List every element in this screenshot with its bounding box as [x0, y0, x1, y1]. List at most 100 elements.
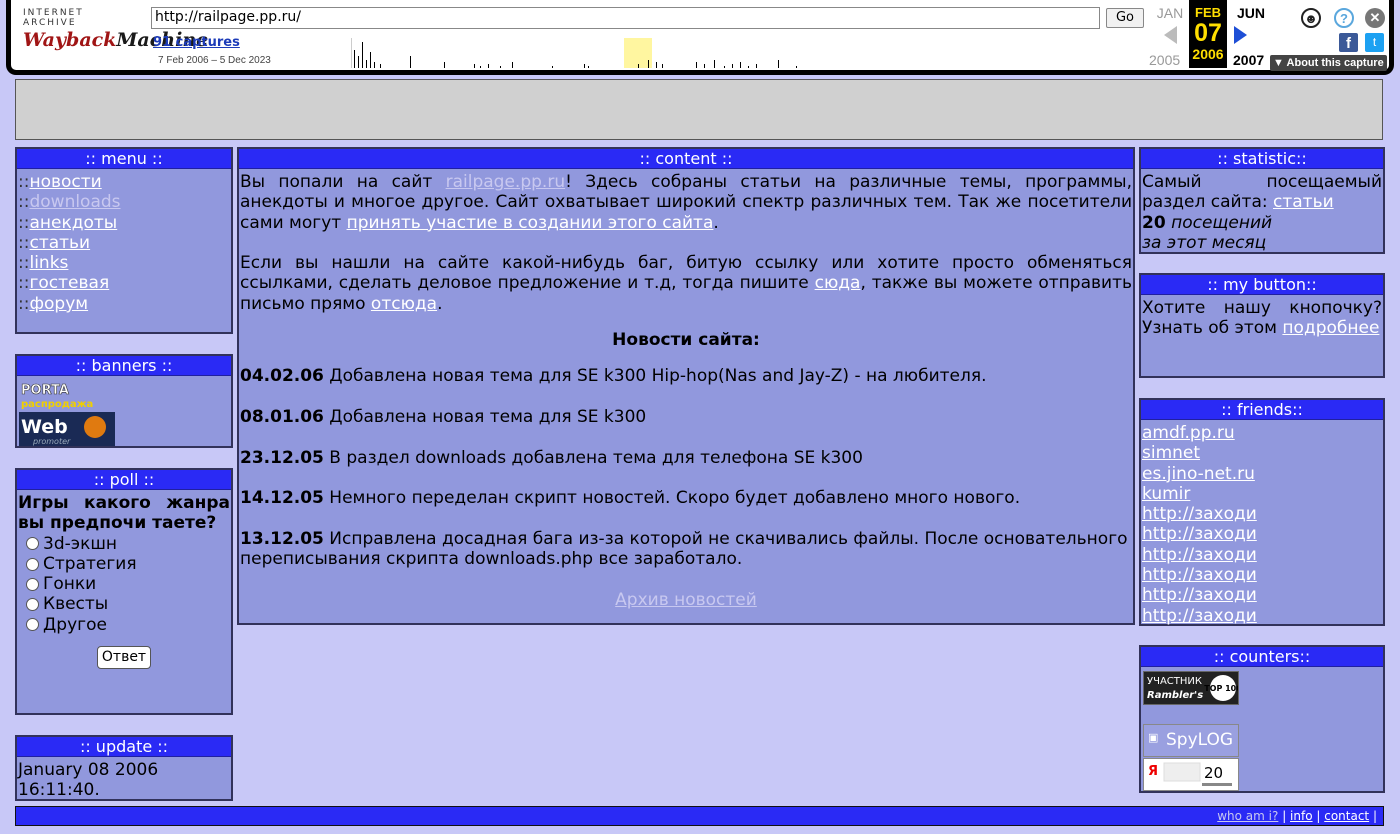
capture-bar[interactable] [370, 52, 371, 68]
wayback-logo[interactable]: INTERNET ARCHIVE WaybackMachine [23, 8, 208, 51]
capture-bar[interactable] [474, 64, 475, 68]
contact-link[interactable]: contact [1324, 809, 1369, 823]
captures-link[interactable]: 91 captures [153, 35, 240, 50]
friend-link[interactable]: es.jino-net.ru [1142, 464, 1255, 484]
friend-link[interactable]: http://заходи [1142, 504, 1257, 524]
svg-text:20: 20 [1204, 764, 1223, 782]
poll-option[interactable]: 3d-экшн [18, 534, 230, 554]
prev-month-label[interactable]: JAN [1154, 5, 1186, 21]
news-archive-link[interactable]: Архив новостей [615, 590, 757, 610]
capture-bar[interactable] [410, 56, 411, 68]
poll-option[interactable]: Другое [18, 615, 230, 635]
next-year-label[interactable]: 2007 [1233, 52, 1264, 68]
capture-bar[interactable] [480, 66, 481, 68]
friend-link[interactable]: http://заходи [1142, 565, 1257, 585]
radio-button[interactable] [26, 618, 39, 632]
menu-link[interactable]: анекдоты [29, 213, 117, 233]
twitter-icon[interactable]: t [1365, 33, 1384, 52]
menu-item-6[interactable]: ::форум [18, 294, 230, 314]
capture-bar[interactable] [656, 62, 657, 68]
radio-button[interactable] [26, 557, 39, 571]
help-icon[interactable]: ? [1334, 8, 1354, 28]
radio-button[interactable] [26, 598, 39, 612]
capture-bar[interactable] [748, 66, 749, 68]
capture-bar[interactable] [584, 64, 585, 68]
capture-bar[interactable] [444, 62, 445, 68]
friend-link[interactable]: simnet [1142, 443, 1200, 463]
capture-bar[interactable] [662, 64, 663, 68]
capture-bar[interactable] [732, 64, 733, 68]
user-icon[interactable]: ☻ [1301, 8, 1321, 28]
menu-item-1[interactable]: ::downloads [18, 192, 230, 212]
friend-link[interactable]: amdf.pp.ru [1142, 423, 1235, 443]
url-input[interactable]: http://railpage.pp.ru/ [151, 7, 1100, 29]
menu-item-4[interactable]: ::links [18, 253, 230, 273]
spylog-counter[interactable]: ▣ SpyLOG [1143, 724, 1239, 757]
rambler-top100-counter[interactable]: УЧАСТНИК Rambler's TOP 100 [1143, 671, 1242, 705]
poll-submit-button[interactable]: Ответ [97, 646, 151, 670]
capture-bar[interactable] [724, 66, 725, 68]
capture-bar[interactable] [380, 64, 381, 68]
capture-bar[interactable] [696, 62, 697, 68]
capture-bar[interactable] [740, 62, 741, 68]
close-icon[interactable]: ✕ [1365, 8, 1385, 28]
capture-bar[interactable] [374, 62, 375, 68]
write-here-link[interactable]: сюда [815, 273, 861, 293]
capture-bar[interactable] [354, 50, 355, 68]
menu-item-5[interactable]: ::гостевая [18, 273, 230, 293]
capture-bar[interactable] [362, 42, 363, 68]
friend-link[interactable]: http://заходи [1142, 585, 1257, 605]
capture-bar[interactable] [796, 66, 797, 68]
poll-option[interactable]: Стратегия [18, 554, 230, 574]
friend-link[interactable]: http://заходи [1142, 545, 1257, 565]
yandex-counter[interactable]: Я 20 [1143, 758, 1239, 791]
capture-bar[interactable] [588, 66, 589, 68]
capture-bar[interactable] [778, 60, 779, 68]
site-link[interactable]: railpage.pp.ru [446, 172, 565, 192]
porta-banner[interactable]: PORTA распродажа [19, 380, 115, 410]
prev-year-label[interactable]: 2005 [1149, 52, 1180, 68]
poll-option[interactable]: Гонки [18, 574, 230, 594]
friend-link[interactable]: kumir [1142, 484, 1190, 504]
menu-item-3[interactable]: ::статьи [18, 233, 230, 253]
popular-section-link[interactable]: статьи [1273, 192, 1334, 212]
capture-bar[interactable] [488, 64, 489, 68]
capture-sparkline[interactable] [351, 38, 1136, 68]
menu-link[interactable]: links [29, 253, 68, 273]
about-capture-button[interactable]: ▼ About this capture [1270, 55, 1387, 71]
more-info-link[interactable]: подробнее [1282, 318, 1379, 338]
go-button[interactable]: Go [1106, 8, 1144, 28]
capture-bar[interactable] [552, 66, 553, 68]
capture-bar[interactable] [648, 60, 649, 68]
menu-item-0[interactable]: ::новости [18, 172, 230, 192]
capture-bar[interactable] [704, 64, 705, 68]
menu-item-2[interactable]: ::анекдоты [18, 213, 230, 233]
menu-link[interactable]: downloads [29, 192, 120, 212]
menu-link[interactable]: гостевая [29, 273, 109, 293]
capture-bar[interactable] [756, 64, 757, 68]
friend-link[interactable]: http://заходи [1142, 524, 1257, 544]
radio-button[interactable] [26, 537, 39, 551]
menu-link[interactable]: статьи [29, 233, 90, 253]
menu-link[interactable]: форум [29, 294, 88, 314]
facebook-icon[interactable]: f [1339, 33, 1358, 52]
next-capture-arrow-icon[interactable] [1234, 26, 1247, 44]
web-promoter-banner[interactable]: Web promoter [19, 412, 115, 446]
capture-bar[interactable] [366, 60, 367, 68]
radio-button[interactable] [26, 577, 39, 591]
poll-option[interactable]: Квесты [18, 594, 230, 614]
who-am-i-link[interactable]: who am i? [1217, 809, 1278, 823]
capture-bar[interactable] [638, 64, 639, 68]
friend-link[interactable]: http://заходи [1142, 606, 1257, 626]
menu-separator: :: [18, 253, 30, 274]
capture-bar[interactable] [500, 66, 501, 68]
info-link[interactable]: info [1290, 809, 1313, 823]
send-mail-link[interactable]: отсюда [371, 294, 437, 314]
prev-capture-arrow-icon[interactable] [1164, 26, 1177, 44]
capture-bar[interactable] [512, 62, 513, 68]
menu-link[interactable]: новости [29, 172, 101, 192]
capture-bar[interactable] [358, 56, 359, 68]
participate-link[interactable]: принять участие в создании этого сайта [347, 213, 714, 233]
next-month-label[interactable]: JUN [1231, 5, 1271, 21]
capture-bar[interactable] [714, 60, 715, 68]
